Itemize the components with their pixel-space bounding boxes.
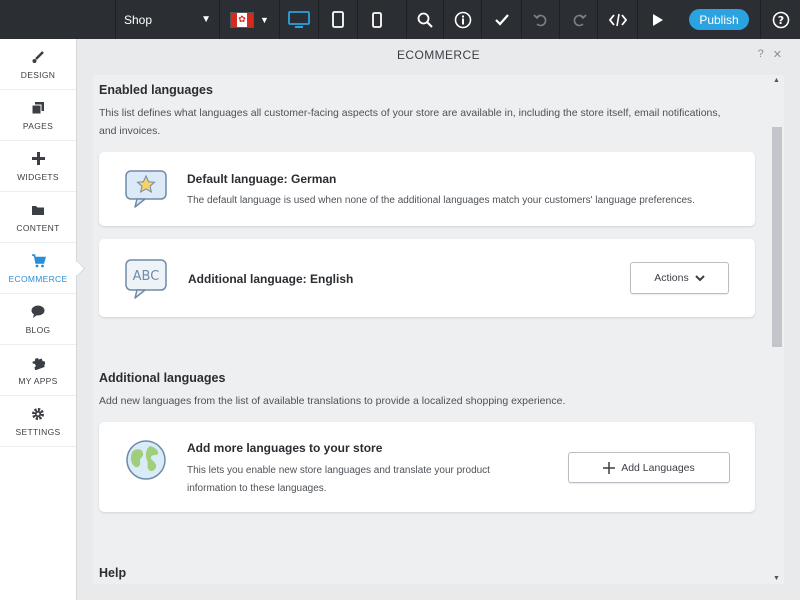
- actions-button[interactable]: Actions: [630, 262, 729, 294]
- sidebar: DESIGN PAGES WIDGETS CONTENT ECOMMERCE B…: [0, 39, 77, 600]
- sidebar-item-ecommerce[interactable]: ECOMMERCE: [0, 243, 76, 294]
- sidebar-item-label: DESIGN: [20, 69, 56, 80]
- scroll-up-arrow-icon[interactable]: ▲: [773, 77, 780, 84]
- search-button[interactable]: [406, 0, 443, 39]
- chevron-down-icon: ▼: [201, 14, 211, 25]
- puzzle-icon: [31, 355, 45, 371]
- code-icon: [608, 13, 627, 26]
- panel-controls: ? ✕: [758, 48, 782, 61]
- sidebar-item-design[interactable]: DESIGN: [0, 39, 76, 90]
- plus-icon: [31, 151, 45, 167]
- globe-icon: [125, 439, 167, 486]
- sidebar-item-blog[interactable]: BLOG: [0, 294, 76, 345]
- additional-languages-title: Additional languages: [99, 371, 226, 385]
- panel-close-button[interactable]: ✕: [773, 48, 782, 61]
- enabled-languages-desc: This list defines what languages all cus…: [99, 107, 721, 137]
- sidebar-item-my-apps[interactable]: MY APPS: [0, 345, 76, 396]
- desktop-icon: [288, 10, 310, 28]
- help-section-title: Help: [99, 566, 127, 580]
- desktop-view-button[interactable]: [279, 0, 318, 39]
- scrollbar-thumb[interactable]: [772, 127, 782, 347]
- add-languages-button[interactable]: Add Languages: [568, 452, 730, 483]
- sidebar-item-label: CONTENT: [16, 222, 60, 233]
- redo-icon: [573, 13, 587, 26]
- undo-icon: [532, 13, 546, 26]
- sidebar-item-label: SETTINGS: [15, 426, 61, 437]
- plus-icon: [603, 461, 616, 474]
- pages-icon: [31, 100, 45, 116]
- ecommerce-content: Enabled languages This list defines what…: [93, 75, 784, 584]
- abc-speech-bubble-icon: ABC: [123, 258, 169, 305]
- abc-icon-text: ABC: [133, 269, 160, 284]
- default-language-desc: The default language is used when none o…: [187, 195, 695, 206]
- speech-bubble-icon: [31, 304, 45, 320]
- star-speech-bubble-icon: [123, 169, 169, 214]
- preview-button[interactable]: [637, 0, 677, 39]
- info-icon: [454, 11, 471, 28]
- scroll-down-arrow-icon[interactable]: ▼: [773, 575, 780, 582]
- chevron-down-icon: ▼: [260, 14, 269, 25]
- help-button[interactable]: ?: [760, 0, 800, 39]
- sidebar-item-label: WIDGETS: [17, 171, 59, 182]
- additional-language-title: Additional language: English: [188, 272, 354, 286]
- info-button[interactable]: [443, 0, 481, 39]
- play-icon: [652, 13, 663, 26]
- chevron-down-icon: [695, 274, 705, 281]
- add-languages-title: Add more languages to your store: [187, 441, 383, 455]
- redo-button[interactable]: [559, 0, 597, 39]
- sidebar-item-label: BLOG: [25, 324, 51, 335]
- panel-help-button[interactable]: ?: [758, 48, 764, 61]
- undo-button[interactable]: [521, 0, 559, 39]
- canada-flag-icon: ✿: [230, 11, 255, 28]
- additional-languages-desc: Add new languages from the list of avail…: [99, 395, 566, 407]
- cart-icon: [31, 253, 46, 269]
- default-language-card: Default language: German The default lan…: [99, 152, 755, 226]
- content-scrollbar[interactable]: ▲ ▼: [771, 75, 784, 584]
- brush-icon: [31, 49, 45, 65]
- sidebar-item-label: MY APPS: [18, 375, 58, 386]
- tablet-icon: [332, 11, 344, 28]
- sidebar-item-settings[interactable]: SETTINGS: [0, 396, 76, 447]
- actions-button-label: Actions: [654, 272, 689, 284]
- add-languages-desc-line2: information to these languages.: [187, 483, 327, 494]
- sidebar-item-widgets[interactable]: WIDGETS: [0, 141, 76, 192]
- panel-title: ECOMMERCE: [397, 48, 480, 62]
- page-selector-label: Shop: [124, 12, 153, 27]
- mobile-icon: [372, 11, 382, 28]
- svg-text:?: ?: [777, 14, 783, 27]
- language-selector[interactable]: ✿ ▼: [219, 0, 279, 39]
- sidebar-item-content[interactable]: CONTENT: [0, 192, 76, 243]
- search-icon: [417, 12, 433, 28]
- help-icon: ?: [772, 11, 789, 28]
- sidebar-item-pages[interactable]: PAGES: [0, 90, 76, 141]
- tablet-view-button[interactable]: [318, 0, 357, 39]
- check-icon: [494, 13, 509, 26]
- enabled-languages-title: Enabled languages: [99, 83, 213, 97]
- publish-button[interactable]: Publish: [689, 9, 749, 30]
- sidebar-item-label: PAGES: [22, 120, 54, 131]
- add-languages-button-label: Add Languages: [621, 461, 695, 474]
- top-toolbar: Shop ▼ ✿ ▼ Publish ?: [0, 0, 800, 39]
- gear-icon: [31, 406, 45, 422]
- additional-language-card: ABC Additional language: English Actions: [99, 239, 755, 317]
- add-languages-desc-line1: This lets you enable new store languages…: [187, 465, 490, 476]
- folder-icon: [31, 202, 45, 218]
- page-selector[interactable]: Shop ▼: [115, 0, 219, 39]
- sidebar-item-label: ECOMMERCE: [8, 273, 68, 284]
- save-button[interactable]: [481, 0, 521, 39]
- code-button[interactable]: [597, 0, 637, 39]
- default-language-title: Default language: German: [187, 172, 337, 186]
- mobile-view-button[interactable]: [357, 0, 396, 39]
- add-languages-card: Add more languages to your store This le…: [99, 422, 755, 512]
